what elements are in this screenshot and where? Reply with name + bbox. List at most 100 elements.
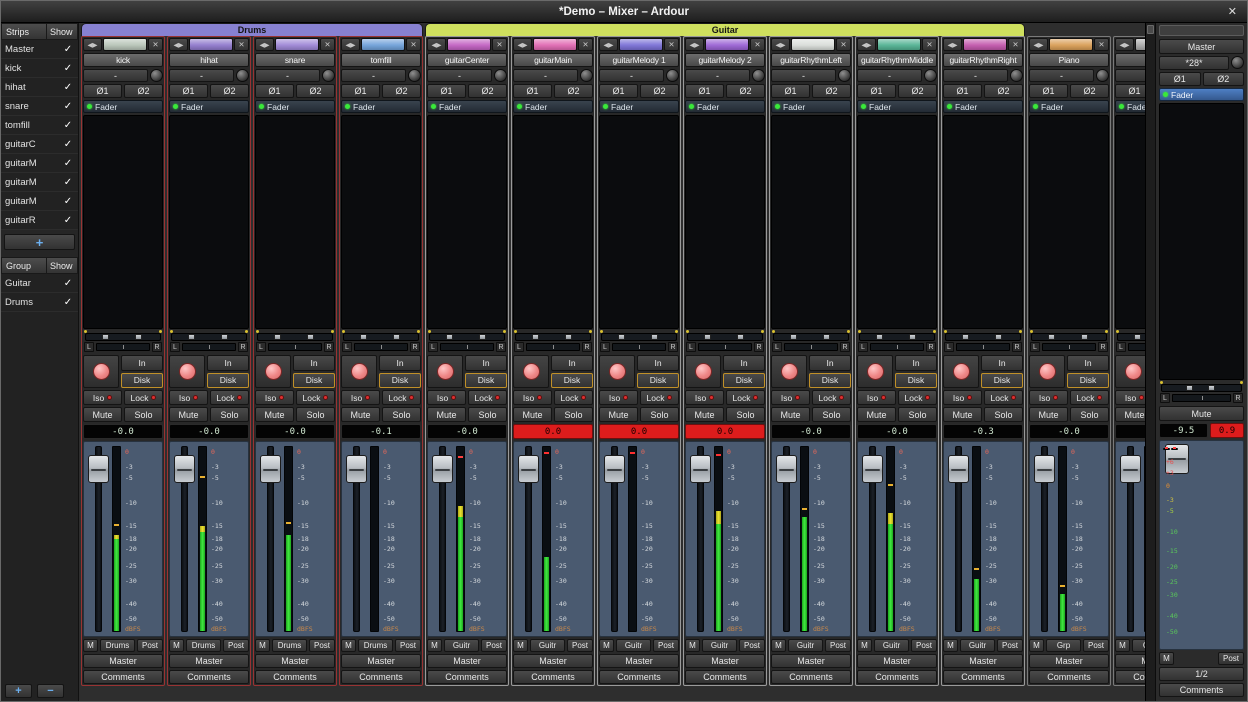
solo-button[interactable]: Solo — [898, 407, 937, 422]
solo-isolate-button[interactable]: Iso — [599, 390, 638, 405]
record-arm-button[interactable] — [341, 355, 377, 388]
solo-lock-button[interactable]: Lock — [898, 390, 937, 405]
mute-button[interactable]: Mute — [857, 407, 896, 422]
fader-point-button[interactable]: Post — [309, 639, 335, 652]
pan-handle-left[interactable] — [188, 334, 195, 340]
mute-button[interactable]: Mute — [427, 407, 466, 422]
input-monitor-button[interactable]: In — [551, 355, 593, 371]
master-name-button[interactable]: Master — [1159, 39, 1244, 54]
solo-isolate-button[interactable]: Iso — [685, 390, 724, 405]
pan-handle-left[interactable] — [790, 334, 797, 340]
disk-monitor-button[interactable]: Disk — [379, 373, 421, 389]
master-peak-display[interactable]: 0.9 — [1210, 423, 1244, 438]
fader-processor[interactable]: Fader — [427, 100, 507, 113]
fader-processor[interactable]: Fader — [513, 100, 593, 113]
sidebar-strip-row[interactable]: guitarR✓ — [1, 211, 78, 230]
output-button[interactable]: Master — [685, 654, 765, 668]
solo-button[interactable]: Solo — [726, 407, 765, 422]
sidebar-strip-row[interactable]: Master✓ — [1, 40, 78, 59]
solo-isolate-button[interactable]: Iso — [427, 390, 466, 405]
solo-lock-button[interactable]: Lock — [640, 390, 679, 405]
output-button[interactable]: Master — [771, 654, 851, 668]
metering-point-button[interactable]: M — [1115, 639, 1130, 652]
metering-point-button[interactable]: M — [1029, 639, 1044, 652]
trim-display-button[interactable]: - — [255, 69, 320, 82]
pan-handle-right[interactable] — [1208, 385, 1215, 391]
fader-handle[interactable] — [1120, 455, 1141, 483]
sidebar-strip-row[interactable]: guitarM✓ — [1, 173, 78, 192]
processor-box[interactable] — [341, 115, 421, 329]
pan-handle-left[interactable] — [962, 334, 969, 340]
fader-processor[interactable]: Fader — [255, 100, 335, 113]
fader-processor[interactable]: Fader — [943, 100, 1023, 113]
disk-monitor-button[interactable]: Disk — [809, 373, 851, 389]
pan-handle-left[interactable] — [446, 334, 453, 340]
input-monitor-button[interactable]: In — [809, 355, 851, 371]
strip-name-button[interactable]: snare — [255, 53, 335, 67]
fader-processor[interactable]: Fader — [857, 100, 937, 113]
strip-name-button[interactable]: guitarMelody 1 — [599, 53, 679, 67]
strip-hide-button[interactable]: ✕ — [750, 38, 765, 51]
pan-handle-right[interactable] — [135, 334, 142, 340]
master-mute-button[interactable]: Mute — [1159, 406, 1244, 421]
solo-button[interactable]: Solo — [124, 407, 163, 422]
strip-width-button[interactable]: ◀▶ — [943, 38, 962, 51]
phase-invert-2-button[interactable]: Ø2 — [210, 84, 249, 98]
strip-visibility-check[interactable]: ✓ — [62, 139, 74, 150]
fader-handle[interactable] — [1034, 455, 1055, 483]
strip-hide-button[interactable]: ✕ — [406, 38, 421, 51]
gain-display[interactable]: -0.0 — [1029, 424, 1109, 439]
gain-display[interactable]: 0.0 — [685, 424, 765, 439]
pan-slider[interactable] — [1117, 333, 1145, 341]
input-monitor-button[interactable]: In — [895, 355, 937, 371]
solo-isolate-button[interactable]: Iso — [943, 390, 982, 405]
strip-color-bar[interactable] — [447, 38, 491, 51]
fader-point-button[interactable]: Post — [1083, 639, 1109, 652]
record-arm-button[interactable] — [599, 355, 635, 388]
input-monitor-button[interactable]: In — [379, 355, 421, 371]
pan-slider[interactable] — [171, 333, 247, 341]
fader-point-button[interactable]: Post — [395, 639, 421, 652]
fader-handle[interactable] — [432, 455, 453, 483]
mute-button[interactable]: Mute — [255, 407, 294, 422]
solo-lock-button[interactable]: Lock — [124, 390, 163, 405]
solo-button[interactable]: Solo — [1070, 407, 1109, 422]
strip-width-button[interactable]: ◀▶ — [341, 38, 360, 51]
disk-monitor-button[interactable]: Disk — [551, 373, 593, 389]
input-monitor-button[interactable]: In — [723, 355, 765, 371]
metering-point-button[interactable]: M — [685, 639, 700, 652]
phase-invert-1-button[interactable]: Ø1 — [83, 84, 122, 98]
fader-handle[interactable] — [518, 455, 539, 483]
master-processor-box[interactable] — [1159, 103, 1244, 380]
fader-handle[interactable] — [776, 455, 797, 483]
record-arm-button[interactable] — [513, 355, 549, 388]
comments-button[interactable]: Comments — [341, 670, 421, 684]
trim-knob[interactable] — [1096, 69, 1109, 82]
pan-slider[interactable] — [257, 333, 333, 341]
processor-box[interactable] — [599, 115, 679, 329]
disk-monitor-button[interactable]: Disk — [637, 373, 679, 389]
strip-hide-button[interactable]: ✕ — [1008, 38, 1023, 51]
solo-isolate-button[interactable]: Iso — [169, 390, 208, 405]
group-button[interactable]: Guitr — [960, 639, 995, 652]
sidebar-strip-row[interactable]: guitarM✓ — [1, 154, 78, 173]
record-arm-button[interactable] — [857, 355, 893, 388]
strip-visibility-check[interactable]: ✓ — [62, 196, 74, 207]
trim-display-button[interactable]: - — [943, 69, 1008, 82]
strip-name-button[interactable]: guitarCenter — [427, 53, 507, 67]
fader-point-button[interactable]: Post — [911, 639, 937, 652]
scrollbar-button[interactable] — [1147, 25, 1154, 34]
fader-handle[interactable] — [604, 455, 625, 483]
output-button[interactable]: Master — [83, 654, 163, 668]
disk-monitor-button[interactable]: Disk — [981, 373, 1023, 389]
metering-point-button[interactable]: M — [771, 639, 786, 652]
pan-handle-right[interactable] — [307, 334, 314, 340]
processor-box[interactable] — [857, 115, 937, 329]
record-arm-button[interactable] — [1115, 355, 1145, 388]
strip-width-button[interactable]: ◀▶ — [599, 38, 618, 51]
input-monitor-button[interactable]: In — [637, 355, 679, 371]
metering-point-button[interactable]: M — [427, 639, 442, 652]
trim-knob[interactable] — [924, 69, 937, 82]
phase-invert-1-button[interactable]: Ø1 — [513, 84, 552, 98]
fader-point-button[interactable]: Post — [137, 639, 163, 652]
